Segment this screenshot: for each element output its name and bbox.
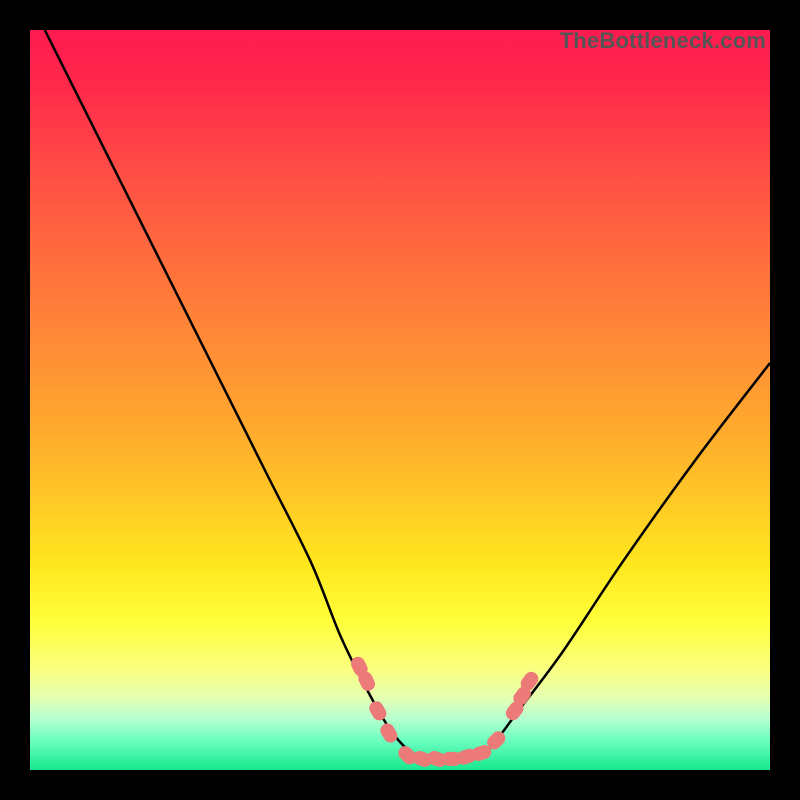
marker-group [349,654,542,768]
bottleneck-curve [45,30,770,764]
chart-frame: TheBottleneck.com [0,0,800,800]
watermark-text: TheBottleneck.com [560,28,766,54]
chart-svg [30,30,770,770]
curve-group [45,30,770,764]
marker-left-dot-2 [378,721,400,745]
marker-left-dot-1 [367,699,389,723]
